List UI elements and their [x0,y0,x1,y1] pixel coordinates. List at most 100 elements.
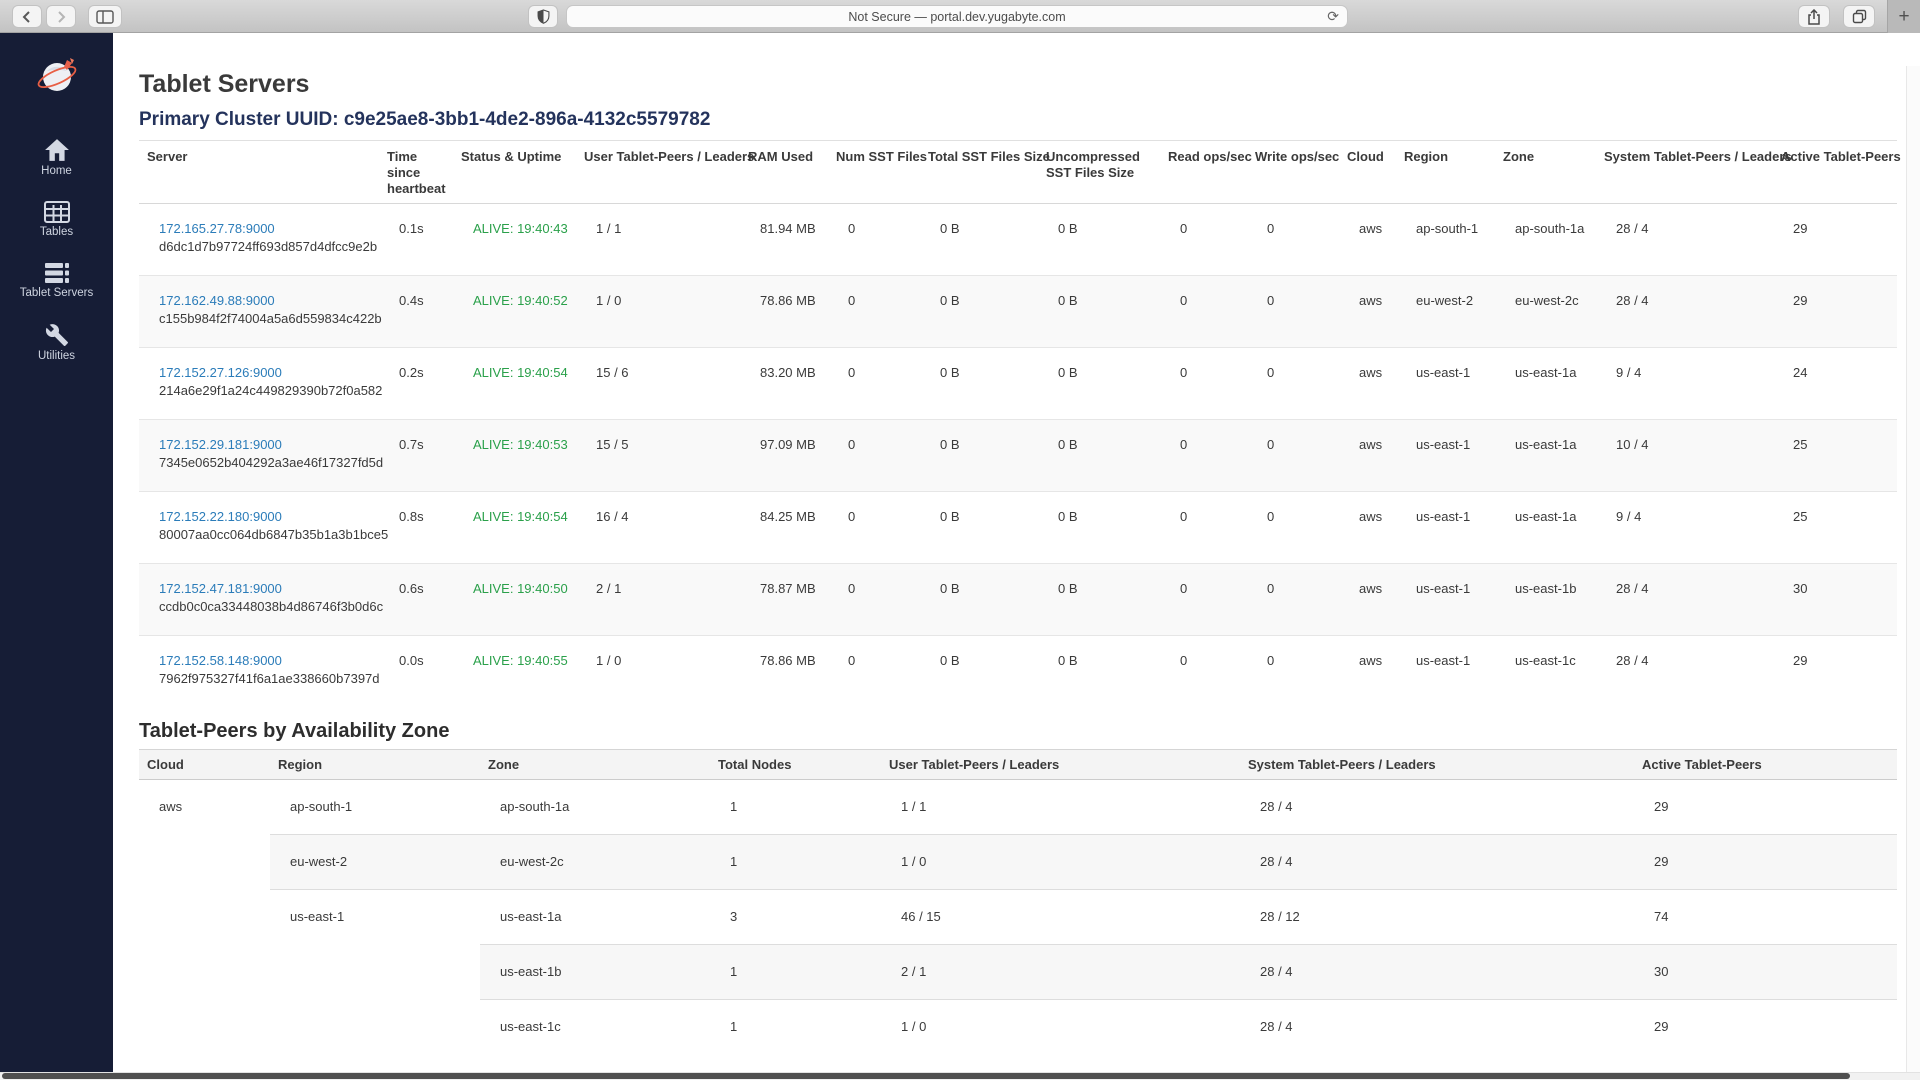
cell-num-sst: 0 [828,348,920,420]
az-col-active-tablet-peers: Active Tablet-Peers [1634,750,1897,780]
server-link[interactable]: 172.152.22.180:9000 [159,509,282,524]
col-header-total-sst: Total SST Files Size [920,141,1038,204]
cell-user-tablet-peers: 1 / 0 [576,276,740,348]
az-cell-region: us-east-1 [270,890,480,1055]
az-col-system-tablet-peers: System Tablet-Peers / Leaders [1240,750,1634,780]
cell-server: 172.165.27.78:9000d6dc1d7b97724ff693d857… [139,204,379,276]
yugabyte-logo [34,53,80,104]
az-cell-total-nodes: 1 [710,780,881,835]
cell-zone: ap-south-1a [1495,204,1596,276]
cell-write-ops: 0 [1247,204,1339,276]
cell-user-tablet-peers: 1 / 0 [576,636,740,708]
cell-cloud: aws [1339,348,1396,420]
address-bar-text: Not Secure — portal.dev.yugabyte.com [848,10,1065,24]
cell-num-sst: 0 [828,492,920,564]
share-button[interactable] [1798,5,1830,28]
az-cell-active-tablet-peers: 29 [1634,835,1897,890]
cell-num-sst: 0 [828,276,920,348]
page-title: Tablet Servers [139,69,1920,99]
az-cell-active-tablet-peers: 29 [1634,1000,1897,1055]
cell-active-tablet-peers: 30 [1773,564,1897,636]
cell-region: us-east-1 [1396,564,1495,636]
tablet-servers-icon [43,262,71,284]
az-col-zone: Zone [480,750,710,780]
cell-system-tablet-peers: 9 / 4 [1596,492,1773,564]
tablet-servers-table: Server Time since heartbeat Status & Upt… [139,140,1897,707]
cell-write-ops: 0 [1247,420,1339,492]
reload-icon[interactable]: ⟳ [1327,8,1339,25]
server-link[interactable]: 172.162.49.88:9000 [159,293,275,308]
cell-status: ALIVE: 19:40:52 [453,276,576,348]
col-header-system-tablet-peers: System Tablet-Peers / Leaders [1596,141,1773,204]
cell-total-sst: 0 B [920,276,1038,348]
cell-active-tablet-peers: 25 [1773,492,1897,564]
table-row: 172.152.29.181:90007345e0652b404292a3ae4… [139,420,1897,492]
new-tab-button[interactable]: + [1887,0,1920,33]
share-icon [1807,9,1821,25]
wrench-icon [45,323,69,347]
cell-cloud: aws [1339,636,1396,708]
cell-region: us-east-1 [1396,420,1495,492]
cell-heartbeat: 0.0s [379,636,453,708]
az-header-row: Cloud Region Zone Total Nodes User Table… [139,750,1897,780]
az-row: eu-west-2 eu-west-2c 1 1 / 0 28 / 4 29 [139,835,1897,890]
server-uuid: ccdb0c0ca33448038b4d86746f3b0d6c [159,598,373,615]
cell-heartbeat: 0.8s [379,492,453,564]
col-header-num-sst: Num SST Files [828,141,920,204]
cell-write-ops: 0 [1247,348,1339,420]
az-cell-zone: us-east-1a [480,890,710,945]
az-cell-cloud: aws [139,780,270,1055]
cell-system-tablet-peers: 28 / 4 [1596,204,1773,276]
cell-active-tablet-peers: 29 [1773,636,1897,708]
cell-write-ops: 0 [1247,564,1339,636]
sidebar-item-utilities[interactable]: Utilities [0,323,113,362]
col-header-user-tablet-peers: User Tablet-Peers / Leaders [576,141,740,204]
cell-region: eu-west-2 [1396,276,1495,348]
az-cell-total-nodes: 3 [710,890,881,945]
cell-region: us-east-1 [1396,492,1495,564]
cell-ram: 78.87 MB [740,564,828,636]
cell-ram: 84.25 MB [740,492,828,564]
shield-icon [537,9,550,24]
sidebar-toggle-button[interactable] [88,5,122,28]
table-row: 172.152.58.148:90007962f975327f41f6a1ae3… [139,636,1897,708]
sidebar-item-home[interactable]: Home [0,138,113,177]
forward-button[interactable] [46,5,76,28]
cell-total-sst: 0 B [920,204,1038,276]
plus-icon: + [1898,6,1909,28]
cell-total-sst: 0 B [920,492,1038,564]
cell-num-sst: 0 [828,564,920,636]
sidebar-panel-icon [96,10,114,24]
server-link[interactable]: 172.152.47.181:9000 [159,581,282,596]
sidebar-item-tablet-servers[interactable]: Tablet Servers [0,262,113,299]
back-button[interactable] [12,5,42,28]
az-cell-system-tablet-peers: 28 / 12 [1240,890,1634,945]
vertical-scrollbar-track[interactable] [1906,66,1920,1080]
server-link[interactable]: 172.165.27.78:9000 [159,221,275,236]
col-header-write-ops: Write ops/sec [1247,141,1339,204]
server-link[interactable]: 172.152.58.148:9000 [159,653,282,668]
sidebar-item-tables[interactable]: Tables [0,201,113,238]
cell-read-ops: 0 [1160,348,1247,420]
cell-write-ops: 0 [1247,636,1339,708]
table-header-row: Server Time since heartbeat Status & Upt… [139,141,1897,204]
cell-user-tablet-peers: 16 / 4 [576,492,740,564]
privacy-report-button[interactable] [528,5,558,28]
horizontal-scrollbar-thumb[interactable] [2,1073,1850,1079]
cell-server: 172.152.27.126:9000214a6e29f1a24c4498293… [139,348,379,420]
address-bar[interactable]: Not Secure — portal.dev.yugabyte.com ⟳ [566,5,1348,28]
az-cell-user-tablet-peers: 1 / 0 [881,1000,1240,1055]
server-link[interactable]: 172.152.29.181:9000 [159,437,282,452]
cell-uncompressed-sst: 0 B [1038,204,1160,276]
cell-status: ALIVE: 19:40:54 [453,348,576,420]
cell-heartbeat: 0.2s [379,348,453,420]
cell-status: ALIVE: 19:40:54 [453,492,576,564]
az-cell-system-tablet-peers: 28 / 4 [1240,780,1634,835]
tab-overview-button[interactable] [1843,5,1875,28]
az-cell-system-tablet-peers: 28 / 4 [1240,945,1634,1000]
back-icon [20,10,34,24]
server-link[interactable]: 172.152.27.126:9000 [159,365,282,380]
cell-zone: us-east-1b [1495,564,1596,636]
table-row: 172.152.47.181:9000 ccdb0c0ca33448038b4d8… [139,564,1897,636]
horizontal-scrollbar-track[interactable] [0,1072,1920,1080]
